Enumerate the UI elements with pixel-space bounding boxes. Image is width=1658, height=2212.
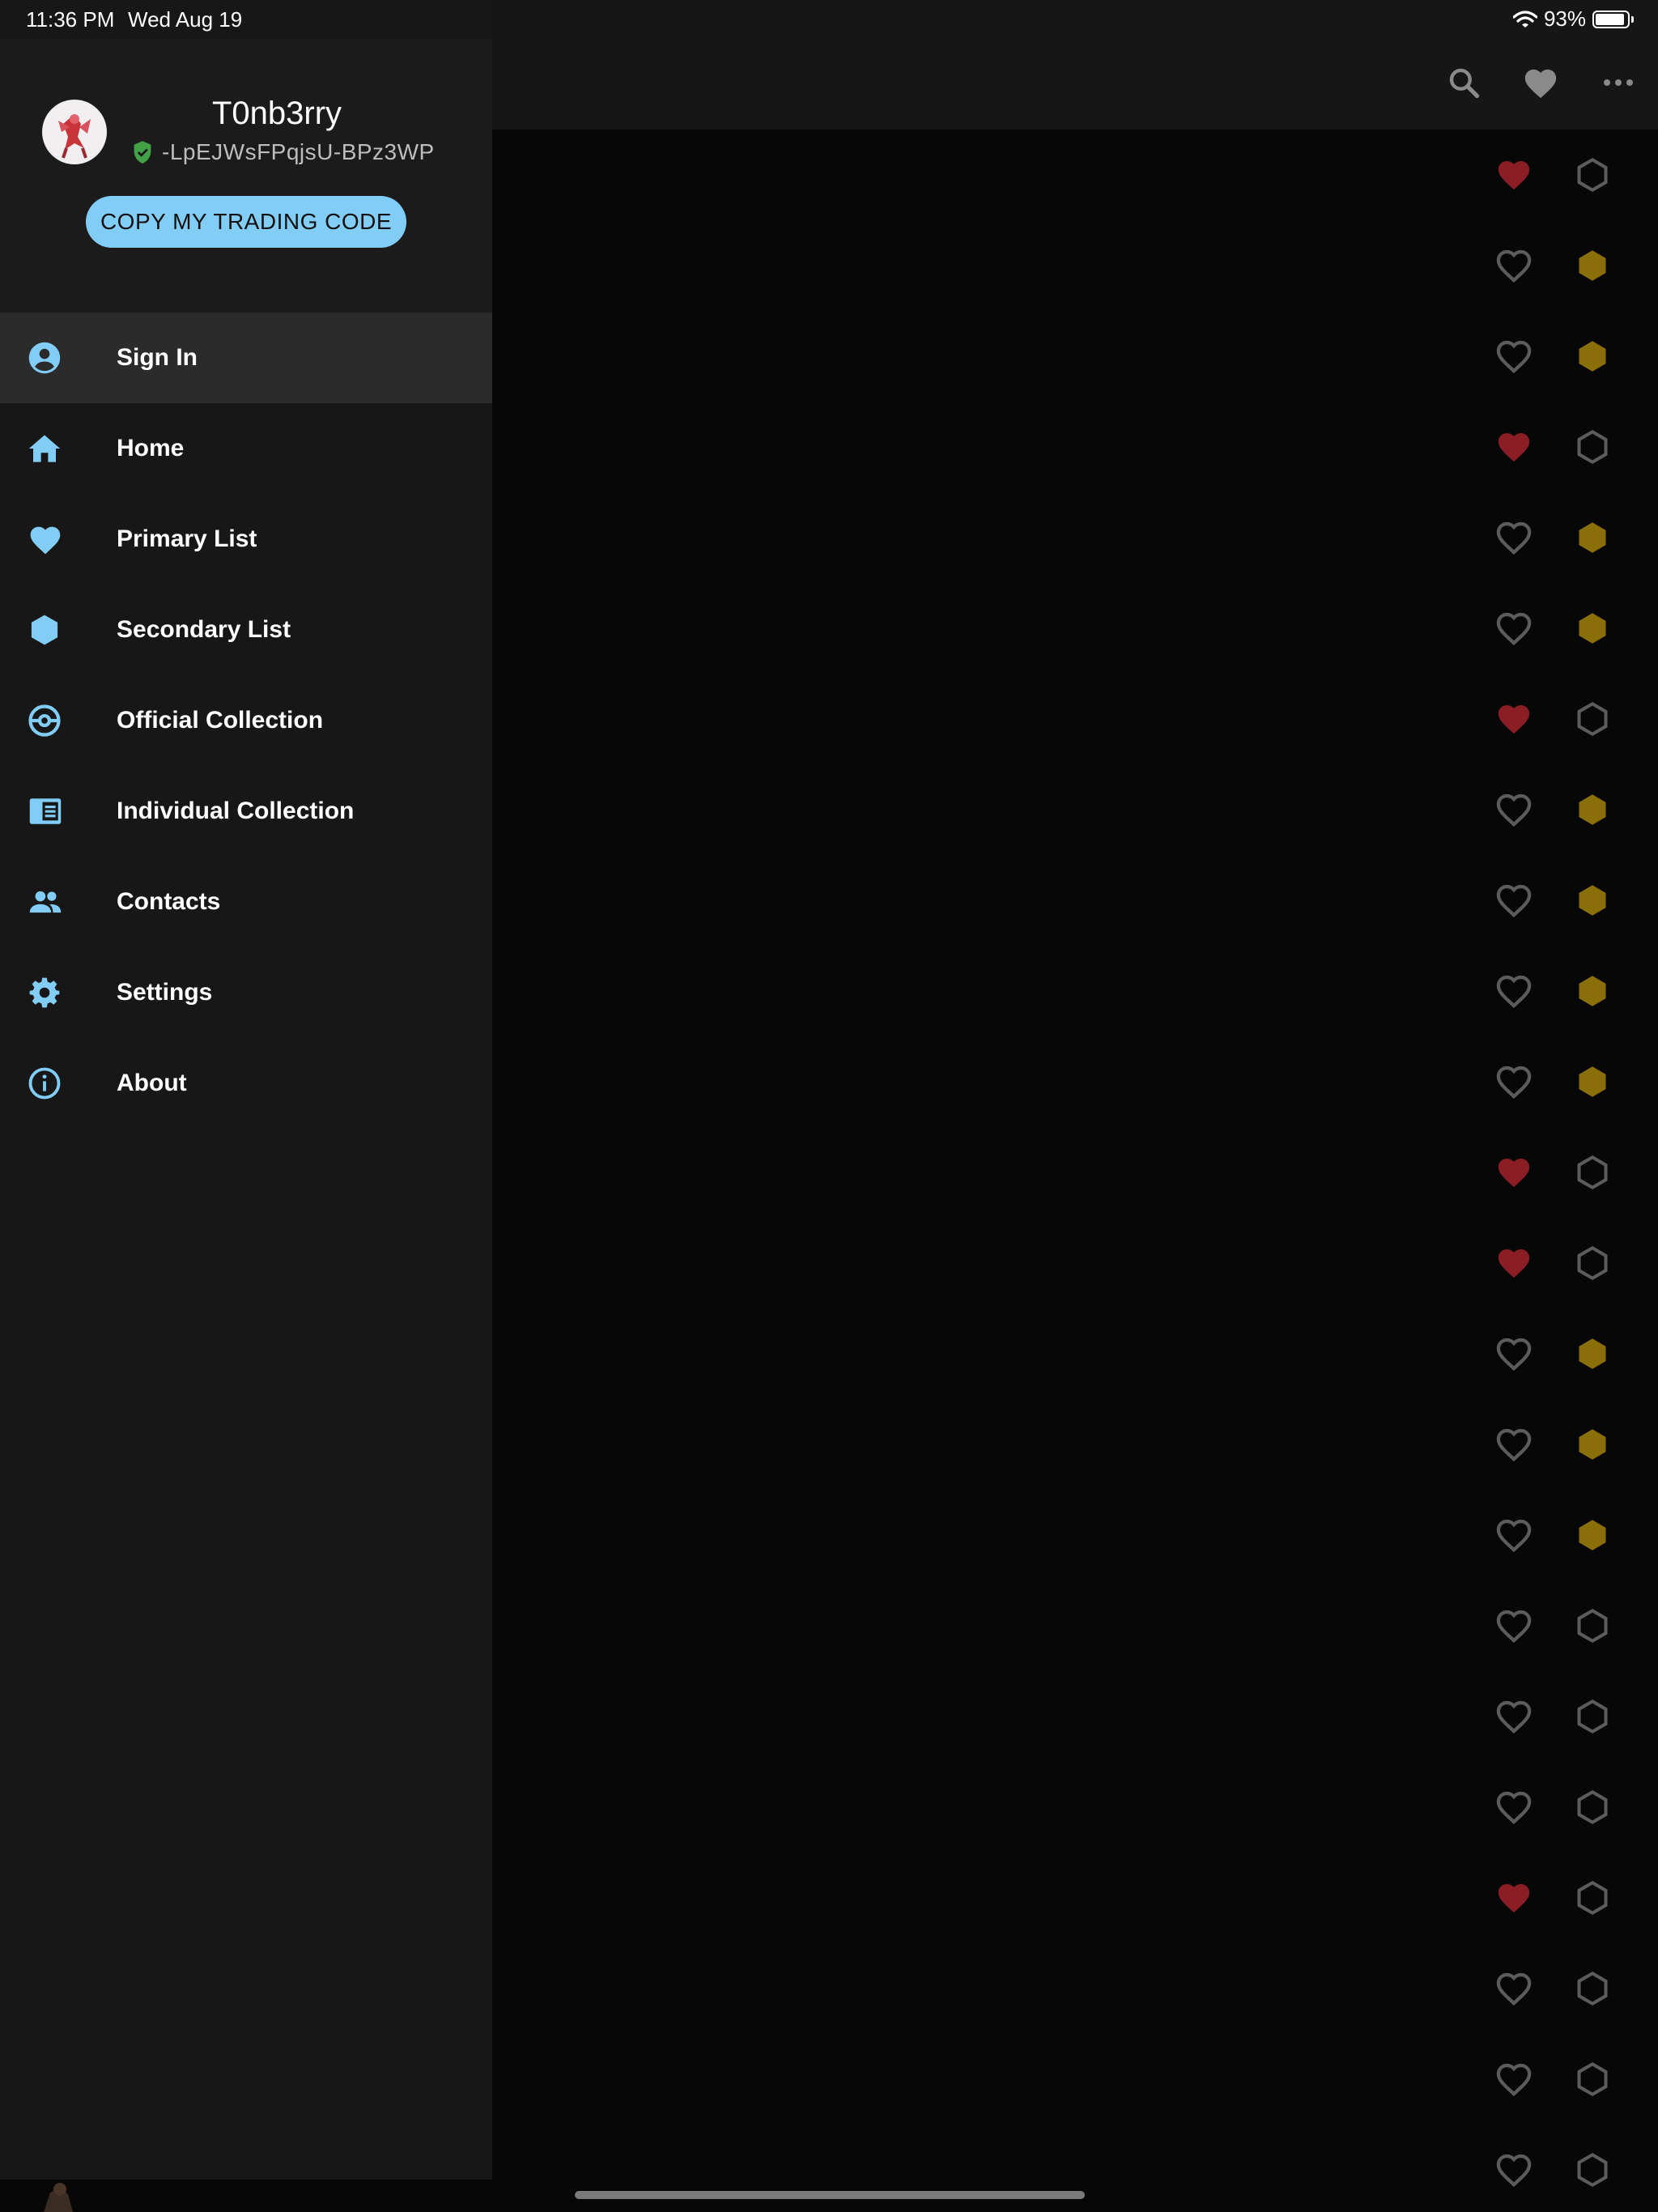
username: T0nb3rry xyxy=(211,96,342,131)
hexagon-filled-icon[interactable] xyxy=(1575,248,1610,283)
hexagon-filled-icon[interactable] xyxy=(1575,610,1610,646)
menu-item-official-collection[interactable]: Official Collection xyxy=(0,675,492,766)
hexagon-outline-icon[interactable] xyxy=(1575,1971,1610,2006)
hexagon-filled-icon[interactable] xyxy=(1575,1336,1610,1372)
hexagon-outline-icon[interactable] xyxy=(1575,701,1610,737)
hexagon-outline-icon[interactable] xyxy=(1575,1608,1610,1644)
status-date: Wed Aug 19 xyxy=(128,7,243,32)
heart-outline-icon[interactable] xyxy=(1495,1517,1533,1553)
status-time: 11:36 PM xyxy=(26,7,115,32)
status-indicators: 93% xyxy=(1512,6,1634,32)
status-bar: 11:36 PM Wed Aug 19 93% xyxy=(0,0,1658,39)
hexagon-outline-icon[interactable] xyxy=(1575,1880,1610,1916)
home-indicator[interactable] xyxy=(575,2191,1085,2199)
gear-icon xyxy=(28,976,62,1010)
app-screen: T0nb3rry -LpEJWsFPqjsU-BPz3WP COPY MY TR… xyxy=(0,0,1658,2212)
menu-item-label: Individual Collection xyxy=(117,798,355,824)
heart-outline-icon[interactable] xyxy=(1495,1971,1533,2006)
more-options-icon[interactable] xyxy=(1594,58,1643,107)
menu-item-label: Primary List xyxy=(117,525,257,552)
hexagon-filled-icon[interactable] xyxy=(1575,338,1610,374)
heart-filled-icon[interactable] xyxy=(1495,429,1533,465)
menu-item-label: Settings xyxy=(117,979,213,1006)
hexagon-filled-icon[interactable] xyxy=(1575,520,1610,555)
hexagon-outline-icon[interactable] xyxy=(1575,2152,1610,2188)
menu-item-label: Contacts xyxy=(117,888,221,915)
heart-filled-icon[interactable] xyxy=(1495,701,1533,737)
pokemon-thumbnail-icon xyxy=(44,2183,73,2212)
shield-check-icon xyxy=(134,141,151,164)
menu-item-sign-in[interactable]: Sign In xyxy=(0,313,492,403)
heart-outline-icon[interactable] xyxy=(1495,520,1533,555)
menu-item-settings[interactable]: Settings xyxy=(0,947,492,1038)
trading-code: -LpEJWsFPqjsU-BPz3WP xyxy=(162,139,435,164)
wifi-icon xyxy=(1512,10,1537,28)
hexagon-outline-icon[interactable] xyxy=(1575,429,1610,465)
hexagon-filled-icon[interactable] xyxy=(1575,883,1610,918)
heart-outline-icon[interactable] xyxy=(1495,973,1533,1009)
heart-filled-icon[interactable] xyxy=(1495,1155,1533,1190)
heart-icon xyxy=(28,522,62,556)
heart-outline-icon[interactable] xyxy=(1495,1699,1533,1734)
menu-item-primary-list[interactable]: Primary List xyxy=(0,494,492,585)
menu-item-label: Sign In xyxy=(117,344,198,371)
hexagon-filled-icon[interactable] xyxy=(1575,792,1610,827)
heart-outline-icon[interactable] xyxy=(1495,1789,1533,1825)
hexagon-icon xyxy=(28,613,62,647)
menu-item-home[interactable]: Home xyxy=(0,403,492,494)
menu-item-individual-collection[interactable]: Individual Collection xyxy=(0,766,492,857)
hexagon-outline-icon[interactable] xyxy=(1575,1245,1610,1281)
navigation-drawer: T0nb3rry -LpEJWsFPqjsU-BPz3WP COPY MY TR… xyxy=(0,0,492,2180)
heart-filled-icon[interactable] xyxy=(1495,1245,1533,1281)
menu-item-about[interactable]: About xyxy=(0,1038,492,1129)
heart-outline-icon[interactable] xyxy=(1495,1608,1533,1644)
heart-filled-icon[interactable] xyxy=(1495,157,1533,193)
menu-item-label: Official Collection xyxy=(117,707,324,734)
heart-outline-icon[interactable] xyxy=(1495,2152,1533,2188)
favorites-heart-icon[interactable] xyxy=(1516,58,1565,107)
heart-outline-icon[interactable] xyxy=(1495,2061,1533,2097)
hexagon-filled-icon[interactable] xyxy=(1575,1064,1610,1100)
account-circle-icon xyxy=(28,341,62,375)
heart-outline-icon[interactable] xyxy=(1495,883,1533,918)
collection-book-icon xyxy=(28,794,62,828)
menu-item-label: Home xyxy=(117,435,185,462)
hexagon-filled-icon[interactable] xyxy=(1575,973,1610,1009)
heart-outline-icon[interactable] xyxy=(1495,1336,1533,1372)
hexagon-outline-icon[interactable] xyxy=(1575,1789,1610,1825)
heart-outline-icon[interactable] xyxy=(1495,1064,1533,1100)
battery-icon xyxy=(1592,10,1634,28)
heart-outline-icon[interactable] xyxy=(1495,792,1533,827)
menu-item-label: About xyxy=(117,1070,187,1096)
people-icon xyxy=(28,885,62,919)
pokeball-icon xyxy=(28,704,62,738)
hexagon-outline-icon[interactable] xyxy=(1575,1155,1610,1190)
hexagon-filled-icon[interactable] xyxy=(1575,1517,1610,1553)
hexagon-outline-icon[interactable] xyxy=(1575,2061,1610,2097)
search-icon[interactable] xyxy=(1439,58,1488,107)
battery-percent: 93% xyxy=(1543,6,1586,31)
heart-outline-icon[interactable] xyxy=(1495,610,1533,646)
copy-trading-code-button[interactable]: COPY MY TRADING CODE xyxy=(86,196,406,248)
home-icon xyxy=(28,432,62,466)
menu-item-secondary-list[interactable]: Secondary List xyxy=(0,585,492,675)
drawer-header: T0nb3rry -LpEJWsFPqjsU-BPz3WP COPY MY TR… xyxy=(0,39,492,313)
heart-outline-icon[interactable] xyxy=(1495,338,1533,374)
heart-outline-icon[interactable] xyxy=(1495,1427,1533,1462)
hexagon-outline-icon[interactable] xyxy=(1575,157,1610,193)
menu-item-label: Secondary List xyxy=(117,616,291,643)
hexagon-outline-icon[interactable] xyxy=(1575,1699,1610,1734)
hexagon-filled-icon[interactable] xyxy=(1575,1427,1610,1462)
heart-outline-icon[interactable] xyxy=(1495,248,1533,283)
menu-item-contacts[interactable]: Contacts xyxy=(0,857,492,947)
info-icon xyxy=(28,1066,62,1100)
heart-filled-icon[interactable] xyxy=(1495,1880,1533,1916)
trading-code-row: -LpEJWsFPqjsU-BPz3WP xyxy=(131,139,435,165)
